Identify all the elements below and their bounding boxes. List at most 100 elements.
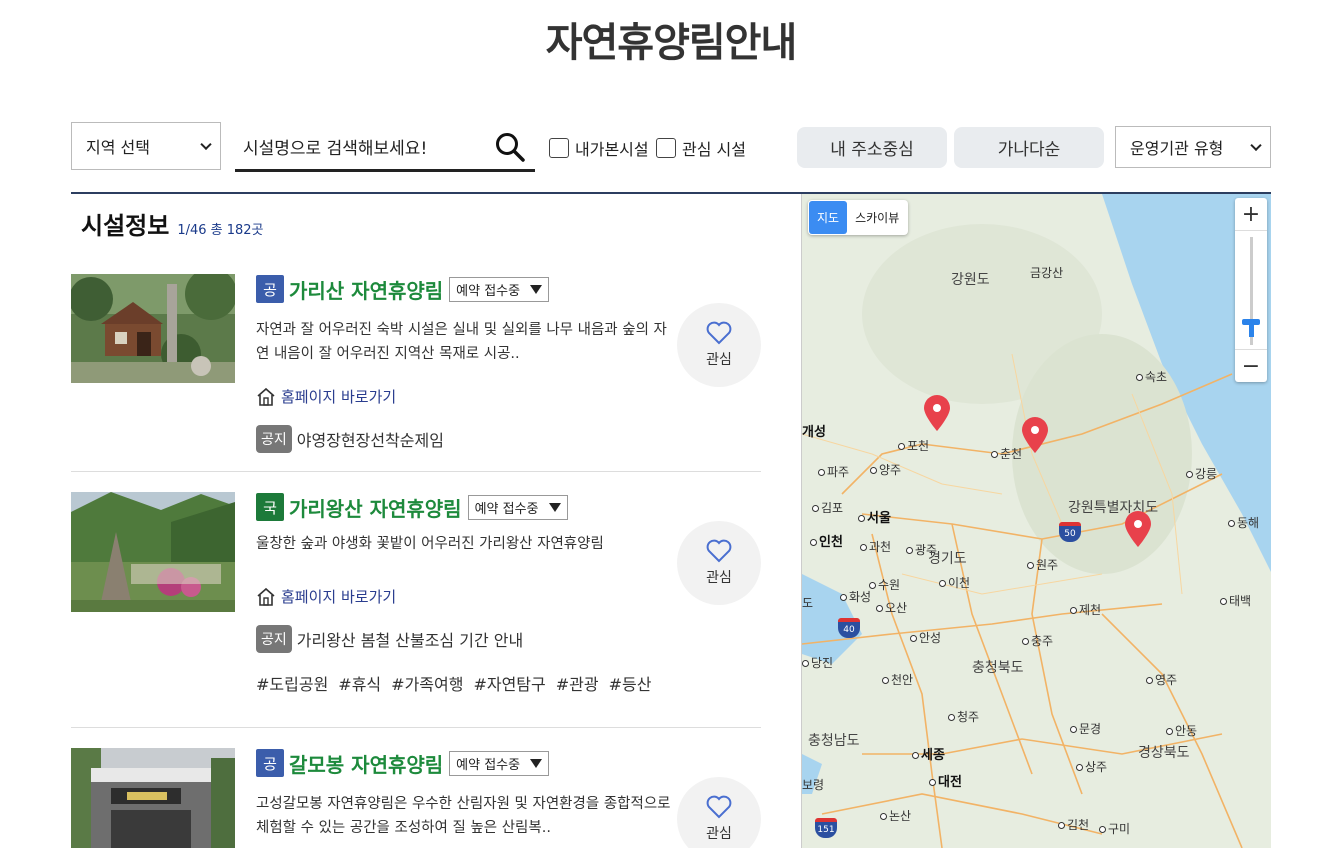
search-input[interactable] <box>235 130 485 168</box>
card-body: 국 가리왕산 자연휴양림 예약 접수중 울창한 숲과 야생화 꽃밭이 어우러진 … <box>256 492 676 695</box>
map-marker-pin[interactable] <box>922 394 952 432</box>
facility-thumbnail[interactable] <box>71 748 235 848</box>
search-toolbar: 지역 선택 내가본시설 관심 시설 내 주소중심 가나다순 운영기관 유형 <box>71 122 1271 172</box>
map-label: 파주 <box>818 463 849 480</box>
tag-list: #도립공원 #휴식 #가족여행 #자연탐구 #관광 #등산 <box>256 671 676 695</box>
tag[interactable]: #휴식 <box>338 671 381 695</box>
notice-row[interactable]: 공지 야영장현장선착순제임 <box>256 425 676 453</box>
facility-description: 울창한 숲과 야생화 꽃밭이 어우러진 가리왕산 자연휴양림 <box>256 536 604 552</box>
map-label: 수원 <box>869 576 900 593</box>
tag[interactable]: #등산 <box>609 671 652 695</box>
tag[interactable]: #자연탐구 <box>473 671 545 695</box>
route-shield: 151 <box>815 818 837 838</box>
homepage-link[interactable]: 홈페이지 바로가기 <box>256 386 676 407</box>
map-marker-pin[interactable] <box>1020 416 1050 454</box>
reservation-status-label: 예약 접수중 <box>474 501 539 517</box>
org-type-select-label: 운영기관 유형 <box>1130 139 1224 158</box>
homepage-link[interactable]: 홈페이지 바로가기 <box>256 586 676 607</box>
heart-icon <box>706 321 732 345</box>
facility-thumbnail[interactable] <box>71 274 235 383</box>
map-type-skyview-button[interactable]: 스카이뷰 <box>847 201 907 234</box>
region-select[interactable]: 지역 선택 <box>71 122 221 170</box>
caret-down-icon <box>530 284 543 294</box>
visited-checkbox[interactable]: 내가본시설 <box>549 136 649 160</box>
map-view[interactable]: 지도 스카이뷰 + − 강원도 금강산 속초 개성 포천 춘천 파주 양주 강릉… <box>801 194 1271 848</box>
map-label: 세종 <box>912 744 945 763</box>
map-label: 충주 <box>1022 632 1053 649</box>
zoom-slider[interactable] <box>1235 230 1267 350</box>
heart-icon <box>706 539 732 563</box>
region-select-label: 지역 선택 <box>86 138 150 157</box>
map-label: 금강산 <box>1030 266 1064 280</box>
route-shield: 40 <box>838 618 860 638</box>
reservation-status-dropdown[interactable]: 예약 접수중 <box>449 750 550 776</box>
facility-name[interactable]: 가리산 자연휴양림 <box>289 275 443 304</box>
map-label: 화성 <box>840 588 871 605</box>
favorite-label: 관심 <box>706 826 732 842</box>
visited-checkbox-label: 내가본시설 <box>575 140 649 159</box>
title-row: 공 갈모봉 자연휴양림 예약 접수중 <box>256 748 676 778</box>
sort-by-name-button[interactable]: 가나다순 <box>954 127 1104 168</box>
tag[interactable]: #관광 <box>556 671 599 695</box>
map-label: 천안 <box>882 671 913 688</box>
facility-thumbnail[interactable] <box>71 492 235 612</box>
favorite-checkbox-label: 관심 시설 <box>682 140 746 159</box>
facility-card[interactable]: 국 가리왕산 자연휴양림 예약 접수중 울창한 숲과 야생화 꽃밭이 어우러진 … <box>71 492 761 728</box>
notice-badge: 공지 <box>256 425 292 453</box>
tag[interactable]: #도립공원 <box>256 671 328 695</box>
map-label: 포천 <box>898 437 929 454</box>
favorite-label: 관심 <box>706 570 732 586</box>
map-marker-pin[interactable] <box>1123 510 1153 548</box>
reservation-status-dropdown[interactable]: 예약 접수중 <box>467 494 568 520</box>
facility-list: 시설정보 1/46 총 182곳 공 가리산 자연휴양림 예약 접수중 자연과 … <box>71 194 761 848</box>
map-label: 논산 <box>880 807 911 824</box>
map-type-map-button[interactable]: 지도 <box>809 201 848 234</box>
checkbox-box[interactable] <box>549 138 569 158</box>
facility-name[interactable]: 가리왕산 자연휴양림 <box>289 493 462 522</box>
map-label: 김포 <box>812 499 843 516</box>
favorite-button[interactable]: 관심 <box>677 303 761 387</box>
zoom-in-button[interactable]: + <box>1235 198 1267 230</box>
sort-by-address-button[interactable]: 내 주소중심 <box>797 127 947 168</box>
card-body: 공 갈모봉 자연휴양림 예약 접수중 고성갈모봉 자연휴양림은 우수한 산림자원… <box>256 748 676 840</box>
map-label: 충청남도 <box>808 733 860 749</box>
map-label: 당진 <box>802 654 833 671</box>
checkbox-box[interactable] <box>656 138 676 158</box>
favorite-button[interactable]: 관심 <box>677 777 761 848</box>
title-row: 국 가리왕산 자연휴양림 예약 접수중 <box>256 492 676 522</box>
zoom-handle-stem <box>1249 323 1254 337</box>
favorite-button[interactable]: 관심 <box>677 521 761 605</box>
facility-card[interactable]: 공 갈모봉 자연휴양림 예약 접수중 고성갈모봉 자연휴양림은 우수한 산림자원… <box>71 748 761 848</box>
map-label: 동해 <box>1228 514 1259 531</box>
search-icon[interactable] <box>495 132 525 162</box>
chevron-down-icon <box>1250 139 1262 152</box>
caret-down-icon <box>530 758 543 768</box>
page-title: 자연휴양림안내 <box>545 20 798 66</box>
facility-card[interactable]: 공 가리산 자연휴양림 예약 접수중 자연과 잘 어우러진 숙박 시설은 실내 … <box>71 274 761 472</box>
map-label: 경기도 <box>928 551 967 567</box>
home-icon <box>257 587 275 606</box>
map-label: 서울 <box>858 507 891 526</box>
type-badge: 공 <box>256 275 284 303</box>
map-label: 속초 <box>1136 368 1167 385</box>
favorite-checkbox[interactable]: 관심 시설 <box>656 136 746 160</box>
org-type-select[interactable]: 운영기관 유형 <box>1115 126 1271 168</box>
map-label: 구미 <box>1099 820 1130 837</box>
tag[interactable]: #가족여행 <box>391 671 463 695</box>
zoom-out-button[interactable]: − <box>1235 350 1267 382</box>
homepage-link-label: 홈페이지 바로가기 <box>281 388 397 406</box>
map-label: 안성 <box>910 629 941 646</box>
homepage-link-label: 홈페이지 바로가기 <box>281 588 397 606</box>
chevron-down-icon <box>200 138 212 151</box>
notice-row[interactable]: 공지 가리왕산 봄철 산불조심 기간 안내 <box>256 625 676 653</box>
facility-name[interactable]: 갈모봉 자연휴양림 <box>289 749 443 778</box>
map-type-switch: 지도 스카이뷰 <box>808 200 909 235</box>
list-header: 시설정보 1/46 총 182곳 <box>81 206 264 241</box>
reservation-status-dropdown[interactable]: 예약 접수중 <box>449 276 550 302</box>
facility-description: 자연과 잘 어우러진 숙박 시설은 실내 및 실외를 나무 내음과 숲의 자연 … <box>256 322 667 362</box>
map-label: 개성 <box>802 425 826 440</box>
notice-text: 야영장현장선착순제임 <box>296 431 444 450</box>
map-label: 김천 <box>1058 816 1089 833</box>
map-label: 강릉 <box>1186 465 1217 482</box>
map-label: 춘천 <box>991 445 1022 462</box>
